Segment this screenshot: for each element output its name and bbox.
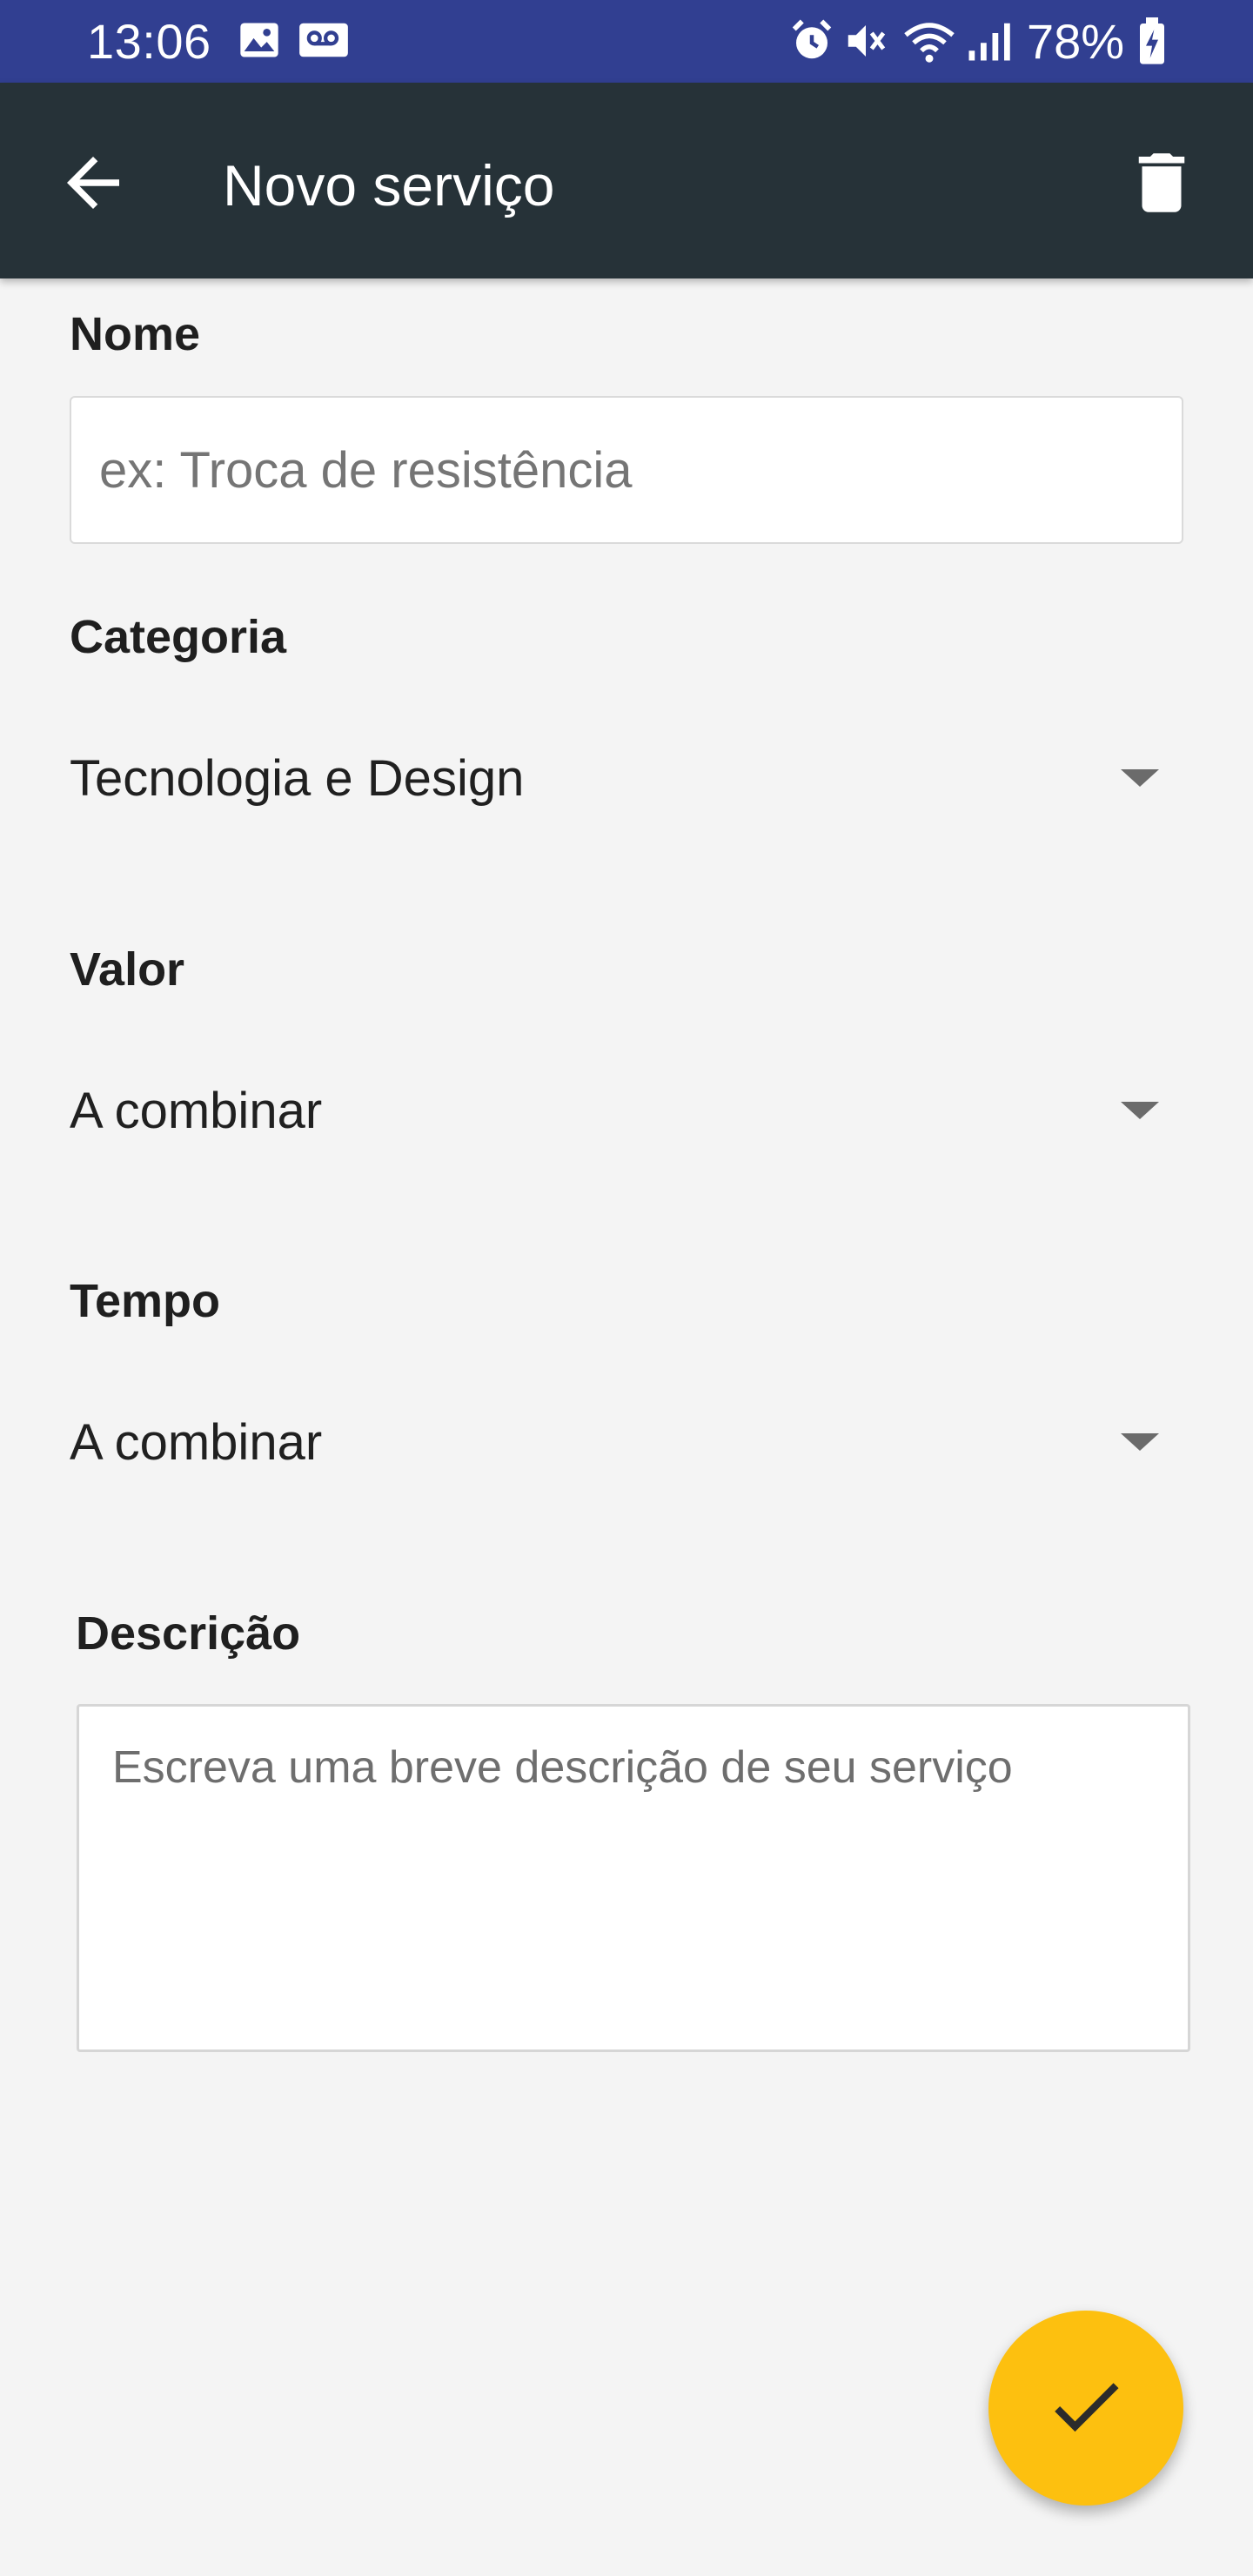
caret-down-icon [1121, 1433, 1159, 1451]
valor-label: Valor [70, 943, 185, 996]
caret-down-icon [1121, 1102, 1159, 1119]
categoria-dropdown[interactable]: Tecnologia e Design [70, 726, 1183, 830]
battery-percentage: 78% [1027, 14, 1125, 69]
caret-down-icon [1121, 769, 1159, 787]
trash-icon [1122, 153, 1201, 225]
tempo-selected-value: A combinar [70, 1413, 323, 1471]
voicemail-icon [298, 17, 350, 67]
save-fab-button[interactable] [988, 2311, 1183, 2506]
arrow-left-icon [54, 157, 132, 225]
descricao-textarea[interactable] [77, 1704, 1190, 2052]
signal-icon [964, 17, 1013, 69]
valor-dropdown[interactable]: A combinar [70, 1058, 1183, 1163]
alarm-icon [788, 17, 835, 69]
vibrate-mute-icon [842, 17, 889, 69]
categoria-selected-value: Tecnologia e Design [70, 749, 525, 807]
nome-label: Nome [70, 308, 201, 360]
status-time: 13:06 [87, 14, 211, 69]
delete-button[interactable] [1122, 144, 1201, 222]
screen: 13:06 78% Novo serviço Nome ex: Troca de… [0, 0, 1253, 2576]
back-button[interactable] [54, 144, 132, 222]
wifi-icon [901, 17, 957, 69]
check-icon [1042, 2363, 1129, 2454]
valor-selected-value: A combinar [70, 1082, 323, 1139]
tempo-dropdown[interactable]: A combinar [70, 1390, 1183, 1494]
app-bar: Novo serviço [0, 83, 1253, 278]
page-title: Novo serviço [223, 153, 555, 218]
battery-charging-icon [1136, 17, 1168, 70]
descricao-label: Descrição [76, 1607, 301, 1660]
image-icon [237, 17, 282, 67]
categoria-label: Categoria [70, 611, 287, 663]
nome-input[interactable] [70, 396, 1183, 544]
status-bar: 13:06 78% [0, 0, 1253, 83]
tempo-label: Tempo [70, 1275, 220, 1327]
